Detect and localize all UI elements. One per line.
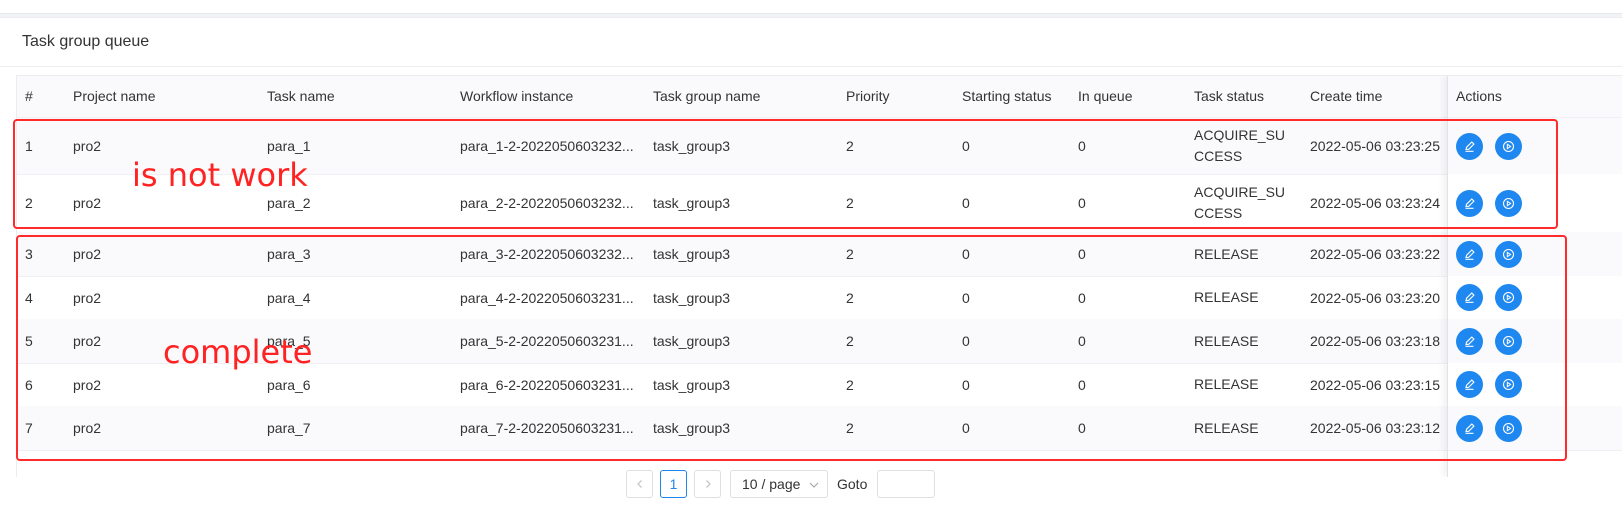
goto-page-input[interactable]	[877, 470, 935, 498]
col-starting-status: Starting status	[962, 88, 1052, 104]
prev-page-button[interactable]	[626, 470, 653, 498]
col-index: #	[25, 88, 33, 104]
page-size-value: 10 / page	[742, 476, 801, 492]
chevron-right-icon	[705, 480, 711, 488]
title-divider	[0, 66, 1622, 67]
col-priority: Priority	[846, 88, 890, 104]
page-button-1[interactable]: 1	[660, 470, 687, 498]
task-group-queue-card: Task group queue # Project name Task nam…	[0, 17, 1622, 513]
page-size-select[interactable]: 10 / page	[730, 470, 828, 498]
chevron-left-icon	[636, 480, 642, 488]
top-panel	[0, 0, 1622, 14]
col-create-time: Create time	[1310, 88, 1383, 104]
col-task-name: Task name	[267, 88, 335, 104]
next-page-button[interactable]	[694, 470, 721, 498]
col-task-status: Task status	[1194, 88, 1265, 104]
annotation-text-complete: complete	[163, 333, 313, 371]
annotation-text-not-work: is not work	[132, 156, 308, 194]
col-in-queue: In queue	[1078, 88, 1133, 104]
card-title: Task group queue	[22, 33, 150, 50]
col-actions: Actions	[1456, 76, 1622, 118]
goto-label: Goto	[837, 476, 868, 492]
chevron-down-icon	[809, 482, 819, 488]
col-task-group-name: Task group name	[653, 88, 761, 104]
table-header: # Project name Task name Workflow instan…	[17, 76, 1622, 118]
col-workflow-instance: Workflow instance	[460, 88, 574, 104]
col-project-name: Project name	[73, 88, 156, 104]
